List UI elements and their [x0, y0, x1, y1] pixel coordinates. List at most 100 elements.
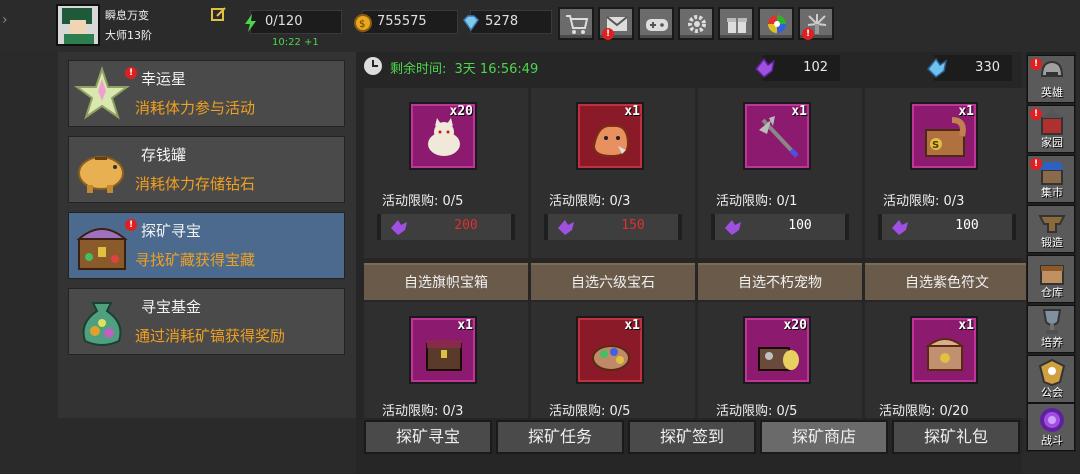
sidebar-item-guild[interactable]: 公会 — [1027, 355, 1075, 403]
shop-item-card: x1 活动限购: 0/3 150 — [531, 88, 695, 258]
purple-crystal-icon — [558, 220, 574, 235]
svg-text:S: S — [932, 140, 939, 151]
item-count: x20 — [783, 318, 807, 333]
gift-button[interactable] — [718, 7, 754, 40]
menu-item-desc: 寻找矿藏获得宝藏 — [135, 251, 256, 269]
shop-item-card: S x1 活动限购: 0/3 100 — [865, 88, 1029, 258]
guild-crest-icon — [1038, 358, 1066, 386]
item-slot[interactable]: x20 — [409, 102, 477, 170]
color-wheel-icon — [768, 15, 786, 33]
menu-item-mining-treasure[interactable]: ! 探矿寻宝 寻找矿藏获得宝藏 — [68, 212, 345, 279]
timer-label: 剩余时间: — [390, 62, 447, 77]
game-button[interactable] — [638, 7, 674, 40]
item-count: x1 — [624, 104, 640, 119]
trophy-icon — [1042, 309, 1062, 334]
menu-item-lucky-star[interactable]: ! 幸运星 消耗体力参与活动 — [68, 60, 345, 127]
item-slot[interactable]: x1 — [576, 316, 644, 384]
sidebar-item-label: 培养 — [1041, 336, 1063, 349]
home-alert-badge: ! — [1030, 108, 1042, 120]
purple-crystal-icon — [892, 220, 908, 235]
menu-item-desc: 消耗体力参与活动 — [135, 99, 256, 117]
gold-value: 755575 — [377, 14, 427, 29]
stamina-stat: 0/120 — [245, 10, 342, 34]
shop-item-card: x20 活动限购: 0/5 200 — [364, 88, 528, 258]
sidebar-item-label: 集市 — [1041, 186, 1063, 199]
item-slot[interactable]: x1 — [576, 102, 644, 170]
menu-item-treasure-fund[interactable]: 寻宝基金 通过消耗矿镐获得奖励 — [68, 288, 345, 355]
piggy-bank-icon — [78, 156, 124, 193]
back-edge-icon[interactable]: › — [2, 12, 8, 28]
tab-mining-signin[interactable]: 探矿签到 — [628, 420, 756, 454]
svg-text:$: $ — [359, 19, 365, 30]
sidebar-item-battle[interactable]: 战斗 — [1027, 403, 1075, 451]
sidebar-item-label: 战斗 — [1041, 434, 1063, 447]
item-count: x1 — [624, 318, 640, 333]
edit-icon[interactable] — [211, 6, 227, 22]
fox-pet-icon — [592, 124, 630, 158]
home-castle-icon — [1041, 110, 1063, 135]
buy-button[interactable]: 150 — [544, 214, 682, 240]
money-bag-icon — [82, 302, 122, 346]
tab-mining-gift[interactable]: 探矿礼包 — [892, 420, 1020, 454]
top-bar: › 瞬息万变 大师13阶 0/120 10:22 +1 $ 755575 527… — [0, 0, 1080, 52]
item-count: x1 — [791, 104, 807, 119]
purchase-limit: 活动限购: 0/3 — [883, 194, 965, 209]
diamond-value: 5278 — [485, 14, 519, 29]
settings-button[interactable] — [678, 7, 714, 40]
bottom-tabs: 探矿寻宝 探矿任务 探矿签到 探矿商店 探矿礼包 — [364, 420, 1022, 454]
item-count: x1 — [457, 318, 473, 333]
tab-mining-shop[interactable]: 探矿商店 — [760, 420, 888, 454]
lottery-button[interactable] — [758, 7, 794, 40]
lucky-star-alert-badge: ! — [125, 67, 137, 79]
sidebar-item-hero[interactable]: ! 英雄 — [1027, 55, 1075, 103]
item-slot[interactable]: x1 — [910, 316, 978, 384]
purple-crystal-balance: 102 — [754, 55, 840, 81]
buy-button[interactable]: 100 — [878, 214, 1016, 240]
buy-button[interactable]: 100 — [711, 214, 849, 240]
item-count: x1 — [958, 104, 974, 119]
blue-crystal-value: 330 — [975, 60, 1000, 75]
avatar[interactable] — [56, 4, 100, 46]
item-slot[interactable]: S x1 — [910, 102, 978, 170]
gamepad-icon — [646, 19, 668, 31]
sidebar-item-label: 英雄 — [1041, 86, 1063, 99]
item-slot[interactable]: x1 — [743, 102, 811, 170]
market-alert-badge: ! — [1030, 158, 1042, 170]
shop-button[interactable] — [558, 7, 594, 40]
event-alert-badge: ! — [802, 28, 814, 40]
sidebar-item-label: 公会 — [1041, 386, 1063, 399]
gift-icon — [727, 18, 747, 33]
tab-mining-treasure[interactable]: 探矿寻宝 — [364, 420, 492, 454]
sidebar-item-train[interactable]: 培养 — [1027, 305, 1075, 353]
menu-item-desc: 消耗体力存储钻石 — [135, 175, 256, 193]
hero-helmet-icon — [1040, 60, 1064, 77]
player-rank: 大师13阶 — [105, 29, 152, 42]
item-count: x20 — [449, 104, 473, 119]
select-gem-band[interactable]: 自选六级宝石 — [531, 263, 695, 300]
sidebar-item-warehouse[interactable]: 仓库 — [1027, 255, 1075, 303]
event-button[interactable]: ! — [798, 7, 834, 40]
select-flag-chest-band[interactable]: 自选旗帜宝箱 — [364, 263, 528, 300]
purchase-limit: 活动限购: 0/3 — [549, 194, 631, 209]
lightning-icon — [245, 14, 256, 32]
mail-button[interactable]: ! — [598, 7, 634, 40]
diamond-stat: 5278 — [463, 10, 552, 34]
item-slot[interactable]: x20 — [743, 316, 811, 384]
buy-button[interactable]: 200 — [377, 214, 515, 240]
menu-item-piggy-bank[interactable]: 存钱罐 消耗体力存储钻石 — [68, 136, 345, 203]
item-slot[interactable]: x1 — [409, 316, 477, 384]
tab-mining-tasks[interactable]: 探矿任务 — [496, 420, 624, 454]
squirrel-pet-icon: S — [925, 117, 966, 157]
menu-item-title: 存钱罐 — [141, 146, 187, 164]
mail-alert-badge: ! — [602, 28, 614, 40]
sidebar-item-label: 锻造 — [1041, 236, 1063, 249]
item-count: x1 — [958, 318, 974, 333]
blue-crystal-icon — [926, 57, 948, 78]
sidebar-item-home[interactable]: ! 家园 — [1027, 105, 1075, 153]
purchase-limit: 活动限购: 0/20 — [879, 404, 969, 419]
purchase-limit: 活动限购: 0/5 — [382, 194, 464, 209]
sidebar-item-forge[interactable]: 锻造 — [1027, 205, 1075, 253]
select-pet-band[interactable]: 自选不朽宠物 — [698, 263, 862, 300]
sidebar-item-market[interactable]: ! 集市 — [1027, 155, 1075, 203]
select-rune-band[interactable]: 自选紫色符文 — [865, 263, 1029, 300]
